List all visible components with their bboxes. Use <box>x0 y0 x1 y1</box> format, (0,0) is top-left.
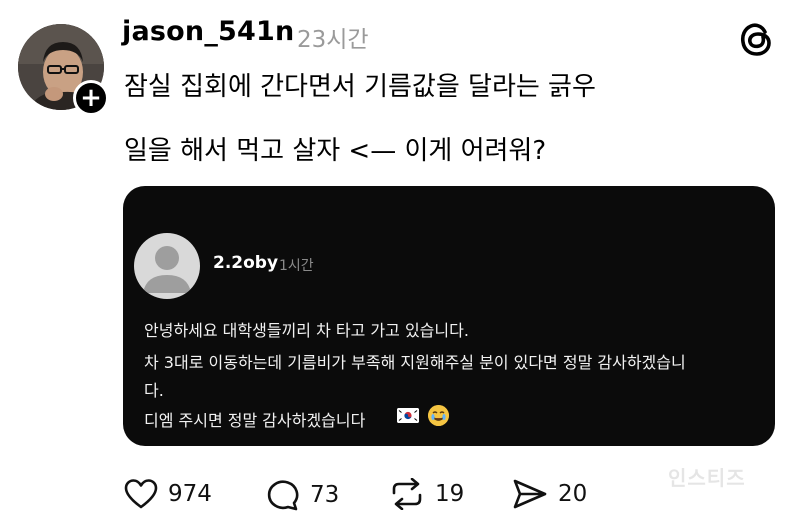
like-button[interactable]: 974 <box>124 478 212 510</box>
like-count: 974 <box>168 481 212 507</box>
post-text-line-2: 일을 해서 먹고 살자 <— 이게 어려워? <box>124 136 547 166</box>
repost-icon <box>392 478 422 510</box>
watermark: 인스티즈 <box>668 466 746 490</box>
comment-bubble-icon <box>267 480 299 511</box>
embed-text-line-4: 디엠 주시면 정말 감사하겠습니다 <box>144 411 366 430</box>
crying-face-icon <box>428 405 449 426</box>
threads-logo-icon[interactable] <box>738 20 774 58</box>
repost-count: 19 <box>435 481 465 507</box>
embed-username: 2.2oby <box>213 253 279 273</box>
comment-button[interactable]: 73 <box>266 478 339 511</box>
korea-flag-icon <box>397 408 419 423</box>
share-count: 20 <box>558 481 588 507</box>
comment-count: 73 <box>310 481 340 508</box>
post-text-line-1: 잠실 집회에 간다면서 기름값을 달라는 긁우 <box>124 72 596 102</box>
repost-button[interactable]: 19 <box>389 478 464 510</box>
share-button[interactable]: 20 <box>512 478 587 510</box>
post-time: 23시간 <box>297 27 369 53</box>
embedded-post-card[interactable]: 2.2oby 1시간 안녕하세요 대학생들끼리 차 타고 가고 있습니다. 차 … <box>123 186 775 446</box>
post-username[interactable]: jason_541n <box>122 16 294 47</box>
follow-plus-icon[interactable]: + <box>73 80 109 116</box>
embed-text-line-1: 안녕하세요 대학생들끼리 차 타고 가고 있습니다. <box>144 321 469 340</box>
send-icon <box>513 479 547 509</box>
embed-text-line-3: 다. <box>144 381 164 400</box>
embed-time: 1시간 <box>279 258 314 274</box>
heart-icon <box>124 479 158 509</box>
embed-avatar <box>134 233 200 299</box>
embed-text-line-2: 차 3대로 이동하는데 기름비가 부족해 지원해주실 분이 있다면 정말 감사하… <box>144 353 686 372</box>
